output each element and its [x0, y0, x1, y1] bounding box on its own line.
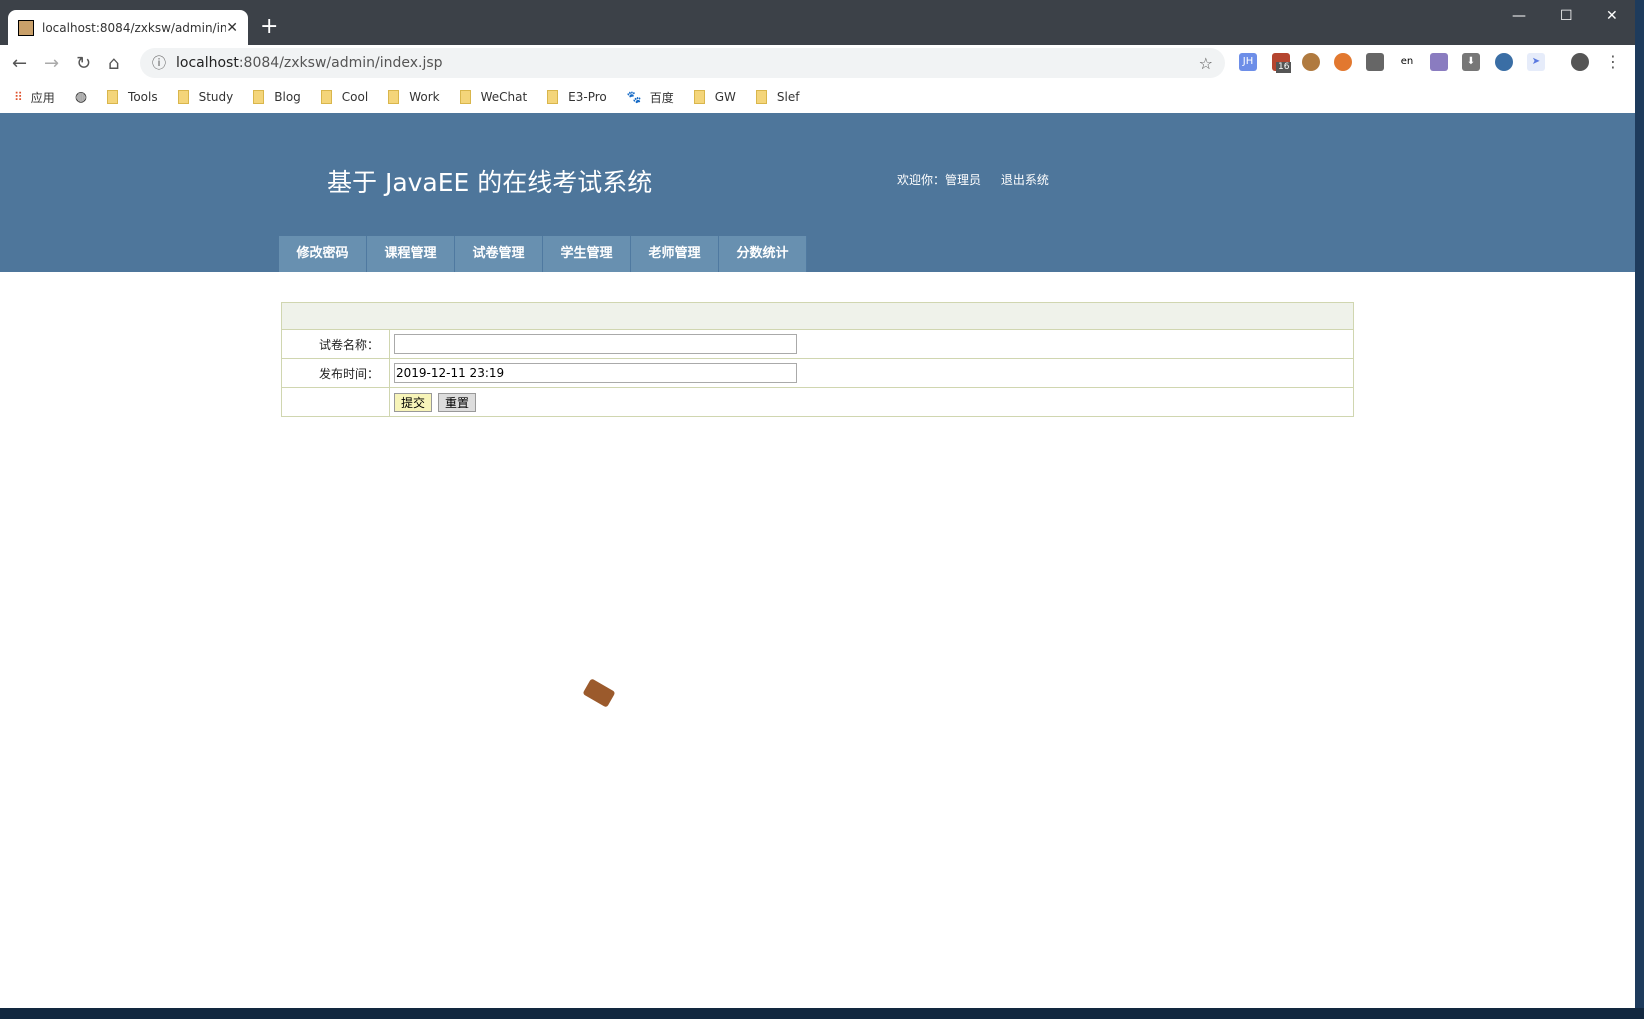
publish-time-label: 发布时间：	[281, 358, 390, 388]
bookmark-study[interactable]: Study	[177, 90, 234, 104]
desktop-taskbar	[0, 1008, 1644, 1019]
bookmark-tools[interactable]: Tools	[107, 90, 158, 104]
form-header	[281, 302, 1354, 330]
apps-icon: ⠿	[14, 90, 23, 104]
bookmark-label: 应用	[30, 90, 55, 105]
site-title: 基于 JavaEE 的在线考试系统	[327, 168, 653, 197]
menu-dots-icon[interactable]: ⋮	[1604, 53, 1622, 71]
close-tab-icon[interactable]: ✕	[226, 20, 238, 36]
info-icon: ⓘ	[152, 56, 166, 72]
folder-icon	[320, 90, 332, 104]
bird-extension-icon[interactable]: ➤	[1527, 53, 1545, 71]
welcome-area: 欢迎你：管理员 退出系统	[897, 171, 1065, 188]
bookmark-work[interactable]: Work	[388, 90, 440, 104]
browser-titlebar: localhost:8084/zxksw/admin/index.jsp ✕ +…	[0, 0, 1644, 45]
folder-icon	[177, 90, 189, 104]
bookmark-label: 百度	[649, 90, 674, 105]
baidu-icon: 🐾	[626, 90, 642, 104]
folder-icon	[459, 90, 471, 104]
bookmark-label: Study	[198, 90, 234, 104]
reload-icon[interactable]: ↻	[76, 53, 91, 74]
mouse-cursor-icon	[582, 678, 616, 708]
profile-icon[interactable]	[1571, 53, 1589, 71]
menu-student-management[interactable]: 学生管理	[543, 236, 631, 272]
favicon-icon	[18, 19, 34, 36]
monkey-extension-icon[interactable]	[1302, 53, 1320, 71]
bookmark-label: E3-Pro	[568, 90, 607, 104]
bookmark-apps[interactable]: ⠿ 应用	[14, 89, 55, 106]
url-host: localhost	[176, 55, 239, 71]
menu-score-statistics[interactable]: 分数统计	[719, 236, 807, 272]
pdf-icon[interactable]	[1430, 53, 1448, 71]
bookmark-label: Blog	[274, 90, 301, 104]
orange-extension-icon[interactable]	[1334, 53, 1352, 71]
browser-toolbar: ← → ↻ ⌂ ⓘ localhost:8084/zxksw/admin/ind…	[0, 45, 1635, 81]
logout-link[interactable]: 退出系统	[1001, 173, 1049, 187]
globe-icon: ◍	[74, 89, 88, 105]
empty-cell	[281, 387, 390, 417]
bookmarks-bar: ⠿ 应用 ◍ Tools Study Blog Cool Work WeChat …	[0, 81, 1635, 113]
extension-badge-icon[interactable]: 16	[1272, 53, 1292, 73]
paper-name-input[interactable]	[394, 334, 797, 354]
qr-code-icon[interactable]	[1366, 53, 1384, 71]
paper-form: 试卷名称： 发布时间： 提交重置	[281, 302, 1354, 417]
bookmark-label: GW	[714, 90, 736, 104]
menu-paper-management[interactable]: 试卷管理	[455, 236, 543, 272]
back-icon[interactable]: ←	[12, 53, 27, 74]
publish-time-input[interactable]	[394, 363, 797, 383]
bookmark-globe[interactable]: ◍	[75, 89, 87, 105]
bookmark-label: Slef	[776, 90, 800, 104]
bookmark-gw[interactable]: GW	[693, 90, 736, 104]
bookmark-star-icon[interactable]: ☆	[1199, 54, 1213, 73]
download-icon[interactable]: ⬇	[1462, 53, 1480, 71]
home-icon[interactable]: ⌂	[108, 53, 119, 74]
bookmark-wechat[interactable]: WeChat	[459, 90, 528, 104]
bookmark-e3pro[interactable]: E3-Pro	[547, 90, 607, 104]
maximize-icon[interactable]: ☐	[1560, 8, 1573, 24]
paper-name-label: 试卷名称：	[281, 329, 390, 359]
jh-extension-icon[interactable]: JH	[1239, 53, 1257, 71]
site-header: 基于 JavaEE 的在线考试系统 欢迎你：管理员 退出系统 修改密码 课程管理…	[0, 113, 1635, 272]
tab-title: localhost:8084/zxksw/admin/index.jsp	[42, 20, 227, 35]
url-path: :8084/zxksw/admin/index.jsp	[238, 55, 443, 71]
menu-course-management[interactable]: 课程管理	[367, 236, 455, 272]
bookmark-cool[interactable]: Cool	[320, 90, 369, 104]
bookmark-baidu[interactable]: 🐾 百度	[627, 89, 674, 106]
close-window-icon[interactable]: ✕	[1606, 8, 1618, 24]
folder-icon	[547, 90, 559, 104]
folder-icon	[755, 90, 767, 104]
translate-icon[interactable]: en	[1398, 53, 1416, 71]
address-bar[interactable]: ⓘ localhost:8084/zxksw/admin/index.jsp ☆	[140, 48, 1225, 78]
menu-teacher-management[interactable]: 老师管理	[631, 236, 719, 272]
new-tab-button[interactable]: +	[260, 14, 278, 39]
main-menu: 修改密码 课程管理 试卷管理 学生管理 老师管理 分数统计	[279, 236, 807, 272]
bookmark-label: Work	[409, 90, 440, 104]
bookmark-label: Cool	[341, 90, 369, 104]
reset-button[interactable]: 重置	[438, 392, 477, 412]
bookmark-slef[interactable]: Slef	[755, 90, 800, 104]
browser-tab[interactable]: localhost:8084/zxksw/admin/index.jsp ✕	[8, 10, 248, 45]
menu-change-password[interactable]: 修改密码	[279, 236, 367, 272]
forward-icon[interactable]: →	[44, 53, 59, 74]
bookmark-blog[interactable]: Blog	[253, 90, 301, 104]
download-circle-icon[interactable]	[1495, 53, 1513, 71]
submit-button[interactable]: 提交	[394, 392, 433, 412]
desktop-background	[1635, 0, 1644, 1019]
bookmark-label: Tools	[128, 90, 158, 104]
folder-icon	[693, 90, 705, 104]
folder-icon	[253, 90, 265, 104]
extension-badge: 16	[1276, 62, 1292, 73]
bookmark-label: WeChat	[480, 90, 528, 104]
folder-icon	[388, 90, 400, 104]
minimize-icon[interactable]: —	[1512, 8, 1526, 24]
folder-icon	[107, 90, 119, 104]
welcome-text: 欢迎你：管理员	[897, 173, 982, 187]
